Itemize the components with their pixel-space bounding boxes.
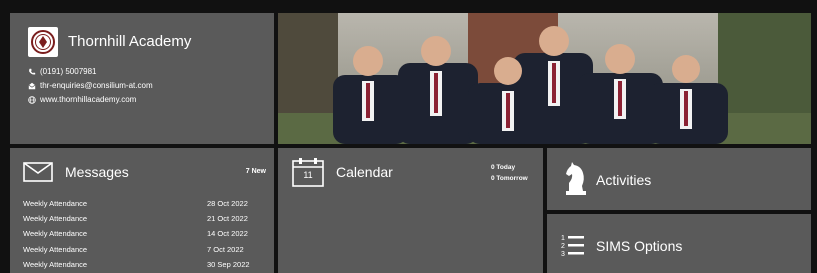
message-subject: Weekly Attendance <box>23 245 88 254</box>
message-row[interactable]: Weekly Attendance 21 Oct 2022 <box>23 214 267 223</box>
messages-tile[interactable]: Messages 7 New Weekly Attendance 28 Oct … <box>10 148 274 273</box>
activities-title: Activities <box>596 172 652 188</box>
message-subject: Weekly Attendance <box>23 214 88 223</box>
school-photo <box>278 13 811 144</box>
message-date: 28 Oct 2022 <box>207 199 248 208</box>
chess-knight-icon <box>566 162 586 195</box>
message-row[interactable]: Weekly Attendance 14 Oct 2022 <box>23 229 267 238</box>
message-date: 7 Oct 2022 <box>207 245 244 254</box>
message-date: 14 Oct 2022 <box>207 229 248 238</box>
message-subject: Weekly Attendance <box>23 199 88 208</box>
school-name: Thornhill Academy <box>68 33 192 50</box>
message-row[interactable]: Weekly Attendance 28 Oct 2022 <box>23 199 267 208</box>
message-row[interactable]: Weekly Attendance 30 Sep 2022 <box>23 260 267 269</box>
phone-text: (0191) 5007981 <box>40 67 97 76</box>
message-row[interactable]: Weekly Attendance 7 Oct 2022 <box>23 245 267 254</box>
calendar-icon-day: 11 <box>303 170 313 180</box>
envelope-icon <box>23 162 53 182</box>
school-logo <box>28 27 58 57</box>
students-photo-image <box>278 13 811 144</box>
messages-title: Messages <box>65 164 129 180</box>
globe-icon <box>28 95 36 104</box>
svg-text:3: 3 <box>561 251 565 257</box>
svg-text:1: 1 <box>561 235 565 242</box>
numbered-list-icon: 1 2 3 <box>561 235 584 257</box>
message-subject: Weekly Attendance <box>23 260 88 269</box>
calendar-tomorrow-count: 0 Tomorrow <box>491 175 528 182</box>
email-icon <box>28 82 36 89</box>
website-text[interactable]: www.thornhillacademy.com <box>40 95 136 104</box>
message-date: 30 Sep 2022 <box>207 260 250 269</box>
school-website[interactable]: www.thornhillacademy.com <box>28 95 136 104</box>
messages-new-badge: 7 New <box>245 168 266 175</box>
sims-options-title: SIMS Options <box>596 238 683 254</box>
calendar-today-count: 0 Today <box>491 164 516 171</box>
svg-text:2: 2 <box>561 243 565 250</box>
message-date: 21 Oct 2022 <box>207 214 248 223</box>
calendar-title: Calendar <box>336 164 393 180</box>
school-email[interactable]: thr-enquiries@consilium-at.com <box>28 81 153 90</box>
calendar-tile[interactable]: 11 Calendar 0 Today 0 Tomorrow <box>278 148 543 273</box>
calendar-icon: 11 <box>292 157 324 187</box>
message-subject: Weekly Attendance <box>23 229 88 238</box>
sims-options-tile[interactable]: 1 2 3 SIMS Options <box>547 214 811 273</box>
email-text[interactable]: thr-enquiries@consilium-at.com <box>40 81 153 90</box>
activities-tile[interactable]: Activities <box>547 148 811 210</box>
school-phone: (0191) 5007981 <box>28 67 97 76</box>
school-info-tile: Thornhill Academy (0191) 5007981 thr-enq… <box>10 13 274 144</box>
phone-icon <box>29 68 36 75</box>
